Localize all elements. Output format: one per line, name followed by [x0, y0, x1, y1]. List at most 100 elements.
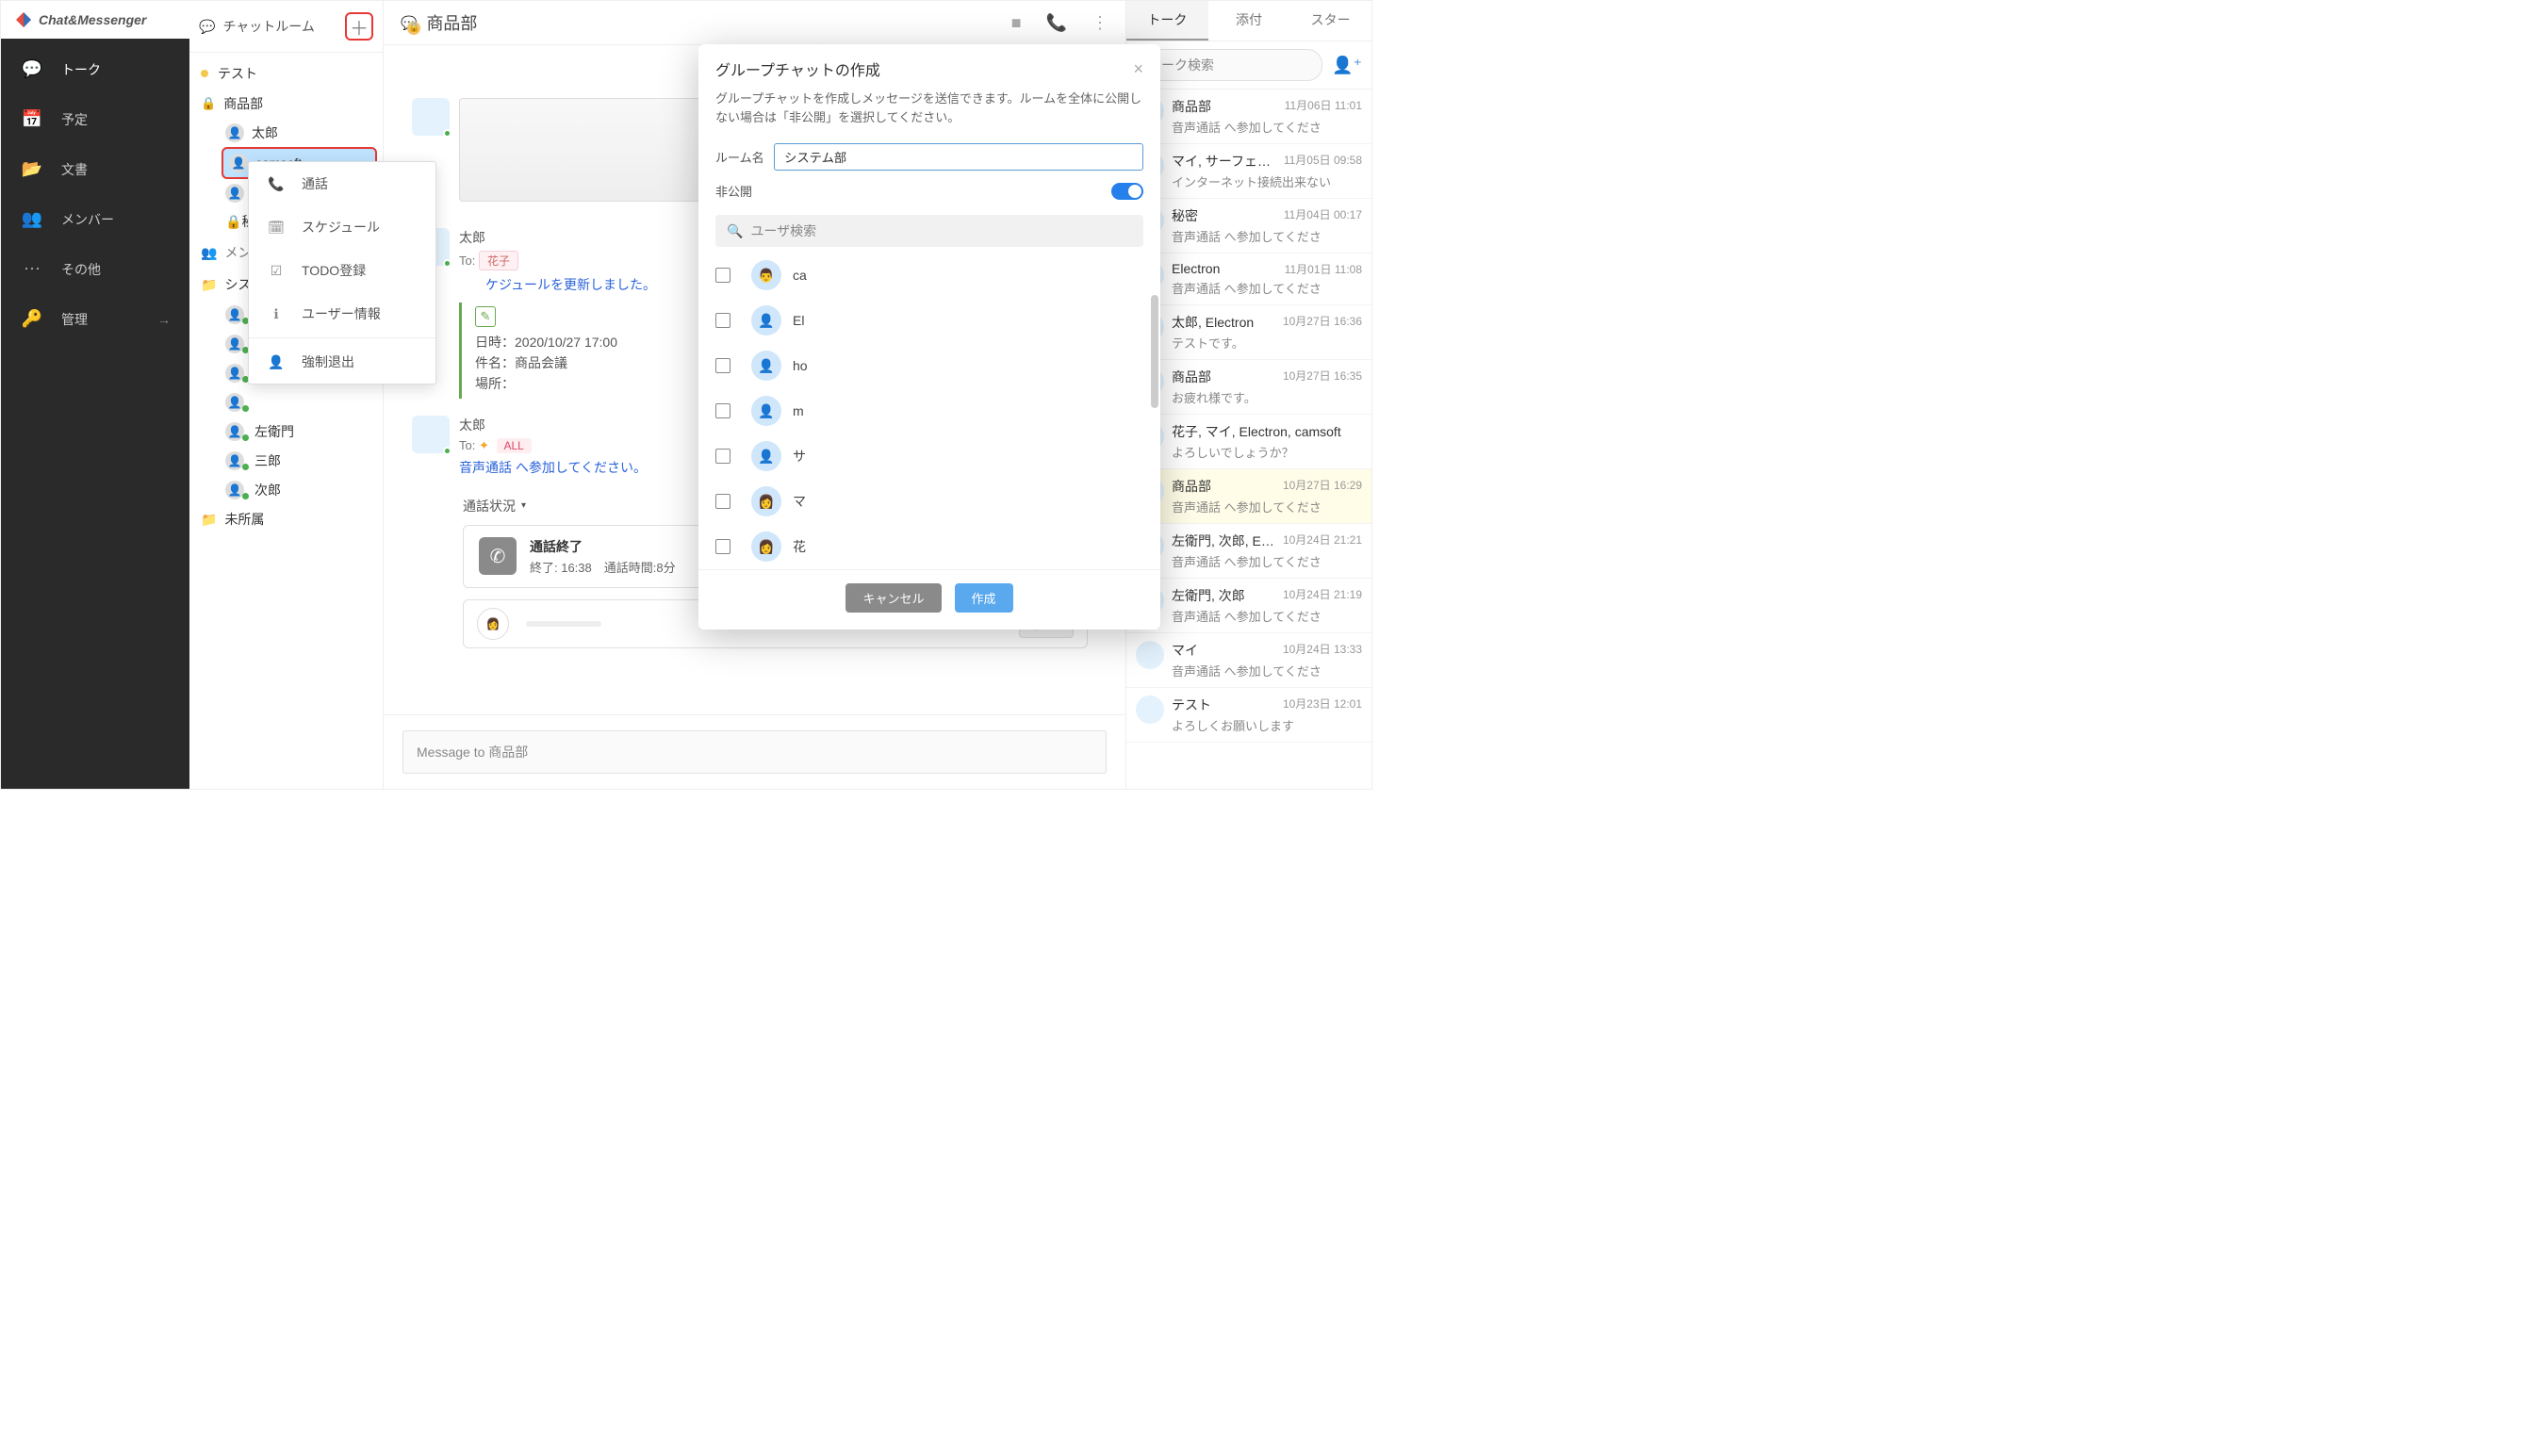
private-toggle[interactable] [1111, 183, 1143, 200]
member-item[interactable]: 👤 [222, 387, 383, 417]
right-tab[interactable]: 添付 [1208, 1, 1290, 41]
scrollbar-thumb[interactable] [1151, 295, 1158, 408]
talk-list-item[interactable]: マイ, サーフェイス11月05日 09:58インターネット接続出来ない [1126, 144, 1371, 199]
modal-user-row[interactable]: 👨ca [715, 253, 1155, 298]
room-item[interactable]: テスト [189, 58, 383, 89]
talk-list-item[interactable]: Electron11月01日 11:08音声通話 へ参加してくださ [1126, 254, 1371, 305]
room-item[interactable]: 🔒商品部 [189, 89, 383, 119]
video-call-icon[interactable]: ■ [1011, 13, 1022, 33]
modal-user-row[interactable]: 👤サ [715, 434, 1155, 479]
cancel-button[interactable]: キャンセル [845, 583, 941, 613]
avatar: 👤 [225, 481, 244, 499]
message-input[interactable]: Message to 商品部 [402, 730, 1107, 774]
nav-item[interactable]: 👥メンバー [1, 194, 189, 244]
folder-icon: 📁 [201, 512, 217, 528]
people-icon: 👥 [201, 245, 217, 261]
chevron-right-icon: → [157, 312, 171, 327]
member-item[interactable]: 👤左衛門 [222, 417, 383, 446]
chevron-down-icon: ▾ [521, 500, 526, 511]
voice-call-icon[interactable]: 📞 [1046, 13, 1067, 33]
chat-bubble-icon: 💬 [401, 15, 417, 31]
menu-item-icon: 👤 [266, 354, 287, 370]
room-name-input[interactable] [774, 143, 1143, 171]
avatar: 👤 [225, 364, 244, 383]
avatar [412, 98, 450, 136]
right-tab[interactable]: スター [1289, 1, 1371, 41]
avatar [1136, 695, 1164, 724]
folder-item[interactable]: 📁未所属 [189, 504, 383, 534]
message-composer: Message to 商品部 [384, 714, 1125, 789]
user-checkbox[interactable] [715, 494, 730, 509]
talk-list-item[interactable]: 商品部10月27日 16:29音声通話 へ参加してくださ [1126, 469, 1371, 524]
create-room-button[interactable]: ＋ [345, 12, 373, 41]
talk-list-item[interactable]: 秘密11月04日 00:17音声通話 へ参加してくださ [1126, 199, 1371, 254]
mention-all: ALL [497, 438, 532, 453]
presence-dot [242, 464, 249, 470]
talk-list-item[interactable]: テスト10月23日 12:01よろしくお願いします [1126, 688, 1371, 743]
nav-item[interactable]: 💬トーク [1, 44, 189, 94]
user-checkbox[interactable] [715, 313, 730, 328]
avatar: 👤 [229, 154, 248, 172]
user-checkbox[interactable] [715, 449, 730, 464]
room-list-title: チャットルーム [222, 17, 345, 36]
menu-item-icon: ☑ [266, 263, 287, 279]
nav-item[interactable]: 🔑管理→ [1, 294, 189, 344]
context-menu-item[interactable]: ℹユーザー情報 [249, 292, 435, 335]
search-icon: 🔍 [727, 223, 743, 239]
talk-list-item[interactable]: 左衛門, 次郎10月24日 21:19音声通話 へ参加してくださ [1126, 579, 1371, 633]
talk-list-item[interactable]: 商品部10月27日 16:35お疲れ様です。 [1126, 360, 1371, 415]
nav-icon: 📂 [20, 159, 44, 179]
chat-room-title: 商品部 [426, 10, 986, 35]
app-logo: Chat&Messenger [1, 1, 189, 39]
avatar: 👤 [225, 393, 244, 412]
nav-item[interactable]: ⋯その他 [1, 244, 189, 294]
user-search-input[interactable]: 🔍 ユーザ検索 [715, 215, 1143, 247]
more-icon[interactable]: ⋮ [1092, 13, 1108, 33]
right-tab[interactable]: トーク [1126, 1, 1208, 41]
talk-list-item[interactable]: 太郎, Electron10月27日 16:36テストです。 [1126, 305, 1371, 360]
talk-list-item[interactable]: マイ10月24日 13:33音声通話 へ参加してくださ [1126, 633, 1371, 688]
context-menu-item[interactable]: 👤強制退出 [249, 340, 435, 384]
context-menu-item[interactable]: 📞通話 [249, 162, 435, 205]
nav-item[interactable]: 📅予定 [1, 94, 189, 144]
close-icon[interactable]: × [1133, 59, 1143, 79]
right-column: トーク添付スター トーク検索 👤⁺ 商品部11月06日 11:01音声通話 へ参… [1126, 1, 1371, 789]
talk-list: 商品部11月06日 11:01音声通話 へ参加してくださマイ, サーフェイス11… [1126, 90, 1371, 789]
user-checkbox[interactable] [715, 403, 730, 418]
logo-icon [14, 10, 33, 29]
talk-list-item[interactable]: 花子, マイ, Electron, camsoftよろしいでしょうか？ [1126, 415, 1371, 469]
modal-description: グループチャットを作成しメッセージを送信できます。ルームを全体に公開しない場合は… [698, 86, 1160, 138]
avatar: 👤 [225, 123, 244, 142]
nav-item[interactable]: 📂文書 [1, 144, 189, 194]
avatar: 👤 [225, 184, 244, 203]
user-checkbox[interactable] [715, 539, 730, 554]
avatar: 👤 [225, 305, 244, 324]
modal-user-row[interactable]: 👤ho [715, 343, 1155, 388]
modal-user-row[interactable]: 👤El [715, 298, 1155, 343]
modal-user-row[interactable]: 👤m [715, 388, 1155, 434]
avatar [412, 416, 450, 453]
room-list-header: 💬 チャットルーム ＋ [189, 1, 383, 53]
nav-icon: 👥 [20, 209, 44, 229]
edit-icon[interactable]: ✎ [475, 306, 496, 327]
talk-search-input[interactable]: トーク検索 [1136, 49, 1322, 81]
add-user-icon[interactable]: 👤⁺ [1332, 56, 1362, 75]
member-item[interactable]: 👤次郎 [222, 475, 383, 504]
menu-item-icon: 📞 [266, 176, 287, 192]
user-checkbox[interactable] [715, 268, 730, 283]
member-item[interactable]: 👤三郎 [222, 446, 383, 475]
mention-chip[interactable]: 花子 [479, 251, 518, 270]
context-menu-item[interactable]: 🗓スケジュール [249, 205, 435, 249]
room-member-item[interactable]: 👤太郎 [222, 119, 383, 147]
context-menu-item[interactable]: ☑TODO登録 [249, 249, 435, 292]
modal-user-row[interactable]: 👩マ [715, 479, 1155, 524]
nav-icon: 💬 [20, 59, 44, 79]
avatar: 👤 [751, 351, 781, 381]
user-checkbox[interactable] [715, 358, 730, 373]
talk-list-item[interactable]: 商品部11月06日 11:01音声通話 へ参加してくださ [1126, 90, 1371, 144]
modal-user-row[interactable]: 👩花 [715, 524, 1155, 564]
folder-icon: 📁 [201, 277, 217, 293]
talk-list-item[interactable]: 左衛門, 次郎, Electron10月24日 21:21音声通話 へ参加してく… [1126, 524, 1371, 579]
avatar: 👤 [225, 451, 244, 470]
create-button[interactable]: 作成 [955, 583, 1013, 613]
